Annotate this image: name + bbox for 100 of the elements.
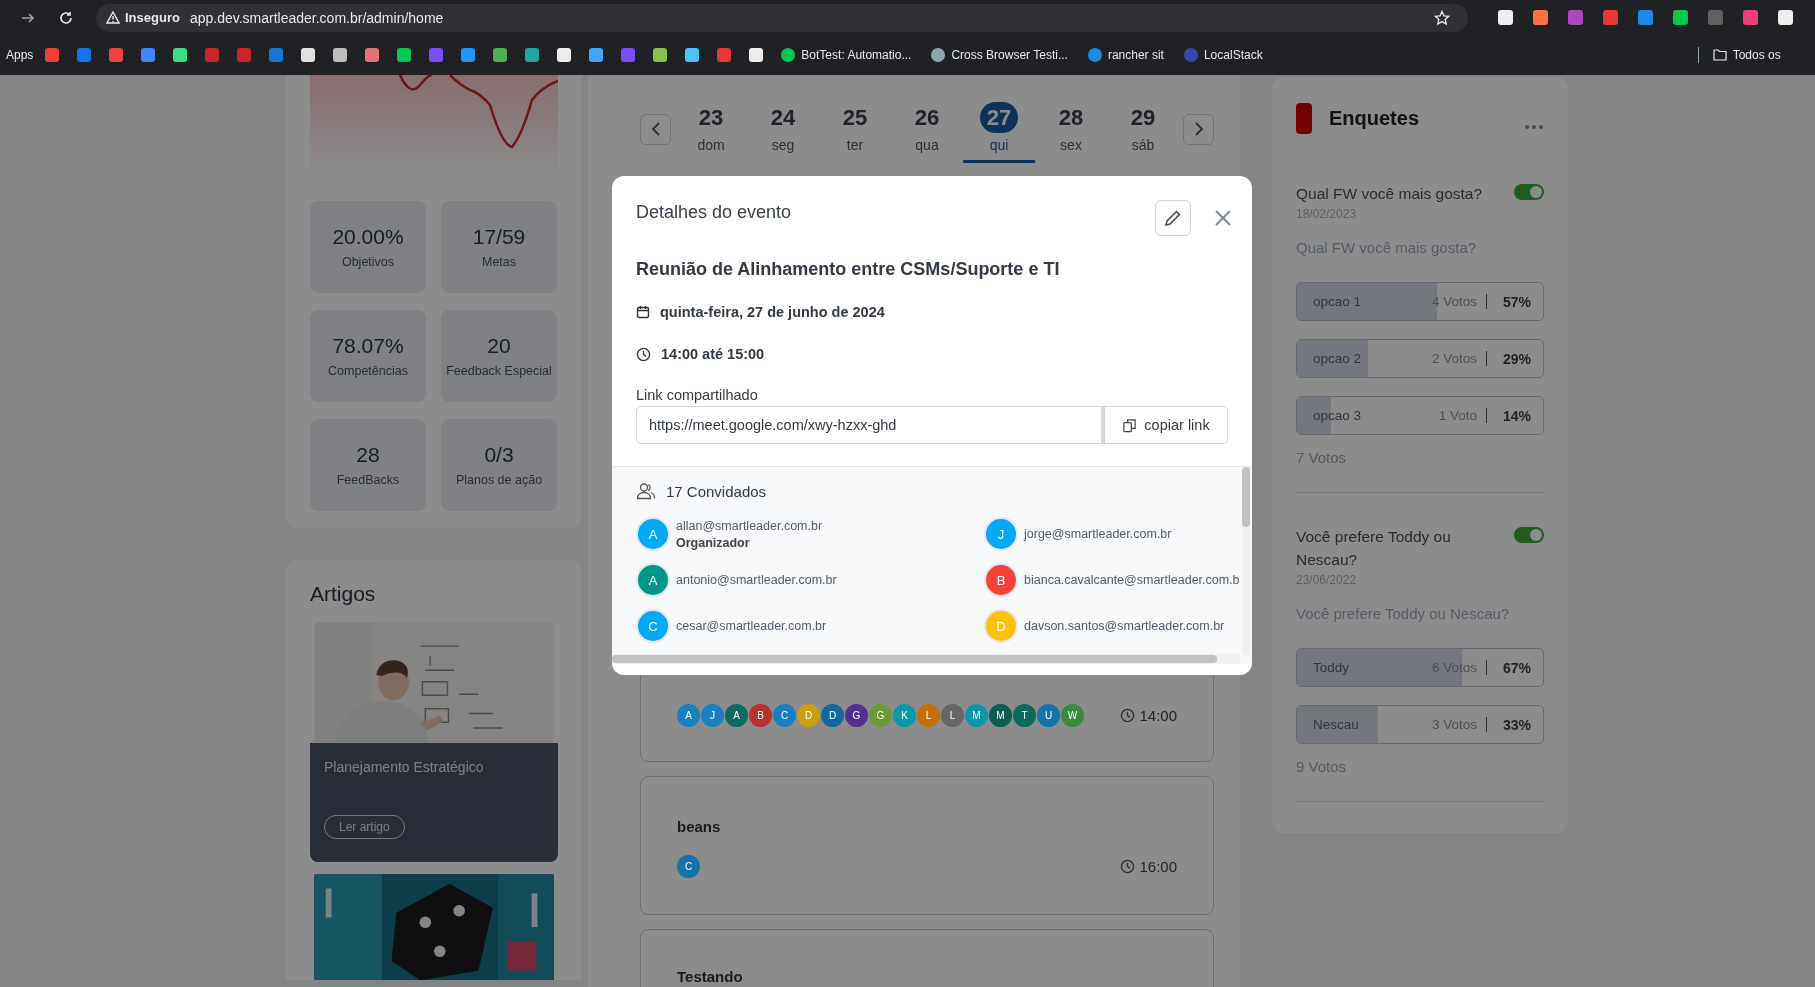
guest-avatar: J <box>984 517 1018 551</box>
chevron-right-icon <box>1193 122 1204 136</box>
bookmark-icon[interactable] <box>557 48 572 62</box>
poll-question: Você prefere Toddy ou Nescau? <box>1296 527 1452 570</box>
attendee-avatar: J <box>701 704 724 727</box>
stat-label: FeedBacks <box>336 473 400 487</box>
option-label: opcao 3 <box>1313 408 1362 423</box>
security-chip[interactable]: Inseguro <box>102 10 188 25</box>
guest-role: Organizador <box>676 535 751 550</box>
bookmark[interactable]: rancher sit <box>1087 48 1164 62</box>
extension-icon[interactable] <box>1498 10 1513 25</box>
bookmark[interactable]: Cross Browser Testi... <box>931 48 1068 62</box>
poll-option[interactable]: opcao 1 4 Votos 57% <box>1296 282 1544 321</box>
vote-percent: 33% <box>1501 716 1531 733</box>
stat-label: Planos de ação <box>455 473 543 487</box>
attendee-avatar: C <box>677 855 700 878</box>
close-icon[interactable] <box>1214 209 1232 227</box>
poll-option[interactable]: Nescau 3 Votos 33% <box>1296 705 1544 744</box>
bookmark-icon[interactable] <box>333 48 348 62</box>
all-bookmarks-folder[interactable]: Todos os <box>1712 48 1781 62</box>
vote-count: 1 Voto <box>1438 408 1487 423</box>
option-label: Nescau <box>1313 717 1359 732</box>
guest-avatar: A <box>636 517 670 551</box>
option-label: opcao 1 <box>1313 294 1362 309</box>
event-card[interactable]: Testando <box>640 929 1214 987</box>
attendee-avatar: D <box>797 704 820 727</box>
toggle-switch[interactable] <box>1514 184 1544 200</box>
bookmark-icon[interactable] <box>589 48 604 62</box>
event-time: 16:00 <box>1120 858 1177 875</box>
attendee-avatar: W <box>1061 704 1084 727</box>
guests-count: 17 Convidados <box>666 482 767 500</box>
extension-icon[interactable] <box>1673 10 1688 25</box>
event-title: Testando <box>677 968 744 985</box>
toggle-switch[interactable] <box>1514 527 1544 543</box>
event-time: 14:00 até 15:00 <box>661 346 765 362</box>
attendee-avatar: C <box>773 704 796 727</box>
extension-icon[interactable] <box>1778 10 1793 25</box>
link-field[interactable]: https://meet.google.com/xwy-hzxx-ghd <box>636 406 1102 444</box>
day-tab[interactable]: 24 seg <box>747 95 819 163</box>
event-date: quinta-feira, 27 de junho de 2024 <box>660 304 885 320</box>
bookmark-icon[interactable] <box>653 48 668 62</box>
reload-icon[interactable] <box>58 9 74 26</box>
bookmark-icon[interactable] <box>397 48 412 62</box>
bookmark-icon[interactable] <box>173 48 188 62</box>
copy-icon <box>1122 417 1138 433</box>
poll-option[interactable]: opcao 3 1 Voto 14% <box>1296 396 1544 435</box>
day-tab[interactable]: 23 dom <box>675 95 747 163</box>
guest-avatar: C <box>636 609 670 643</box>
event-title: Reunião de Alinhamento entre CSMs/Suporte e TI <box>636 259 1061 280</box>
stat-label: Competências <box>328 364 408 378</box>
day-tab[interactable]: 28 sex <box>1035 95 1107 163</box>
scrollbar[interactable] <box>1242 467 1250 655</box>
stat-value: 20 <box>487 334 511 358</box>
vote-percent: 67% <box>1501 659 1531 676</box>
poll-option[interactable]: opcao 2 2 Votos 29% <box>1296 339 1544 378</box>
stat-label: Feedback Especial <box>446 364 552 378</box>
section-title: Artigos <box>310 582 377 606</box>
stat-value: 20.00% <box>332 225 404 249</box>
attendee-avatar: M <box>965 704 988 727</box>
edit-button[interactable] <box>1155 200 1191 236</box>
poll-description: Você prefere Toddy ou Nescau? <box>1296 605 1511 622</box>
attendee-avatar: M <box>989 704 1012 727</box>
more-icon[interactable] <box>1524 123 1544 130</box>
guest-email: antonio@smartleader.com.br <box>676 573 837 587</box>
next-week-button[interactable] <box>1183 113 1214 145</box>
stat-value: 0/3 <box>484 443 514 467</box>
apps-link[interactable]: Apps <box>6 48 34 62</box>
guest-avatar: B <box>984 563 1018 597</box>
vote-count: 4 Votos <box>1431 294 1487 309</box>
attendee-avatar: T <box>1013 704 1036 727</box>
previous-week-button[interactable] <box>640 113 671 145</box>
attendee-avatar: A <box>677 704 700 727</box>
attendee-avatar: K <box>893 704 916 727</box>
clock-icon <box>636 346 651 362</box>
day-tab[interactable]: 27 qui <box>963 95 1035 163</box>
guest-avatar: A <box>636 563 670 597</box>
copy-link-button[interactable]: copiar link <box>1102 406 1228 444</box>
bookmark-icon[interactable] <box>685 48 700 62</box>
event-card[interactable]: beans C 16:00 <box>640 776 1214 915</box>
guest-email: bianca.cavalcante@smartleader.com.b <box>1024 573 1240 587</box>
address-bar[interactable]: Inseguro app.dev.smartleader.com.br/admin/home <box>96 3 1468 32</box>
day-tab[interactable]: 29 sáb <box>1107 95 1179 163</box>
option-label: opcao 2 <box>1313 351 1362 366</box>
bookmark[interactable]: LocalStack <box>1183 48 1263 62</box>
bookmark-icon[interactable] <box>749 48 764 62</box>
bookmark-icon[interactable] <box>301 48 316 62</box>
scrollbar[interactable] <box>612 654 1240 664</box>
day-tab[interactable]: 25 ter <box>819 95 891 163</box>
attendee-avatar: G <box>869 704 892 727</box>
attendee-avatar: L <box>941 704 964 727</box>
people-icon <box>636 482 656 500</box>
day-tab[interactable]: 26 qua <box>891 95 963 163</box>
attendee-avatar: G <box>845 704 868 727</box>
attendee-avatar: A <box>725 704 748 727</box>
attendee-avatar: B <box>749 704 772 727</box>
bookmark[interactable]: BotTest: Automatio... <box>781 48 912 62</box>
star-icon[interactable] <box>1434 9 1450 26</box>
bookmark-icon[interactable] <box>493 48 508 62</box>
clock-icon <box>1120 859 1136 874</box>
pencil-icon <box>1164 209 1182 227</box>
